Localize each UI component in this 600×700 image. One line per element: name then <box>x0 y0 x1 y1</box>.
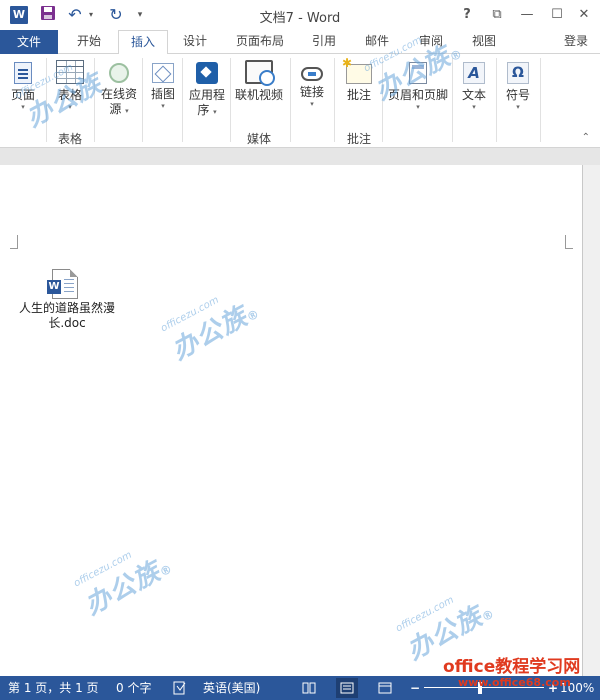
read-mode-icon[interactable] <box>300 676 318 700</box>
web-layout-icon[interactable] <box>376 676 394 700</box>
word-badge-icon: W <box>47 280 61 294</box>
group-separator <box>496 58 497 142</box>
group-separator <box>452 58 453 142</box>
margin-corner-left <box>10 235 18 249</box>
undo-dropdown-icon[interactable]: ▾ <box>86 5 96 25</box>
illustrations-icon <box>152 63 174 83</box>
group-separator <box>290 58 291 142</box>
comment-label: 批注 <box>346 88 371 102</box>
text-label: 文本 <box>461 88 486 102</box>
tab-references[interactable]: 引用 <box>302 30 346 54</box>
group-separator <box>540 58 541 142</box>
online-video-label: 联机视频 <box>234 88 283 102</box>
pages-button[interactable]: 页面 ▾ <box>4 58 42 138</box>
group-separator <box>334 58 335 142</box>
chevron-down-icon: ▾ <box>472 103 476 111</box>
apps-button[interactable]: 应用程序 ▾ <box>186 58 228 138</box>
omega-icon: Ω <box>507 62 529 84</box>
word-count[interactable]: 0 个字 <box>116 676 151 700</box>
language-indicator[interactable]: 英语(美国) <box>203 676 260 700</box>
group-separator <box>230 58 231 142</box>
table-label: 表格 <box>57 88 82 102</box>
group-separator <box>142 58 143 142</box>
ruler-area <box>0 148 600 165</box>
online-video-button[interactable]: 联机视频 <box>232 58 286 138</box>
ribbon-insert: 页面 ▾ 表格 ▾ 表格 在线资源 ▾ 插图 ▾ 应用程序 ▾ 联机视频 媒体 … <box>0 54 600 148</box>
maximize-button[interactable]: ☐ <box>545 4 569 26</box>
close-button[interactable]: ✕ <box>572 4 596 26</box>
header-footer-button[interactable]: 页眉和页脚 ▾ <box>386 58 450 138</box>
page-count[interactable]: 第 1 页，共 1 页 <box>8 676 99 700</box>
collapse-ribbon-icon[interactable]: ⌃ <box>582 132 590 143</box>
minimize-button[interactable]: — <box>515 4 539 26</box>
pages-label: 页面 <box>10 88 35 102</box>
embedded-word-file-icon[interactable]: W <box>47 269 78 299</box>
table-button[interactable]: 表格 ▾ <box>50 58 90 138</box>
tab-design[interactable]: 设计 <box>172 30 218 54</box>
tab-home[interactable]: 开始 <box>64 30 114 54</box>
tab-insert[interactable]: 插入 <box>118 30 168 55</box>
chevron-down-icon: ▾ <box>516 103 520 111</box>
undo-icon[interactable]: ↶ <box>66 5 84 25</box>
group-separator <box>46 58 47 142</box>
ribbon-tabs: 文件 开始 插入 设计 页面布局 引用 邮件 审阅 视图 登录 <box>0 30 600 55</box>
online-resources-button[interactable]: 在线资源 ▾ <box>98 58 140 138</box>
text-button[interactable]: A 文本 ▾ <box>456 58 492 138</box>
apps-icon <box>196 62 218 84</box>
illustrations-label: 插图 <box>150 87 175 101</box>
proofing-icon[interactable] <box>172 676 188 700</box>
vertical-scrollbar[interactable] <box>583 165 600 676</box>
apps-label: 应用程序 ▾ <box>188 88 225 117</box>
group-label-tables: 表格 <box>57 132 82 146</box>
links-label: 链接 <box>299 85 324 99</box>
group-separator <box>382 58 383 142</box>
chevron-down-icon: ▾ <box>21 103 25 111</box>
symbols-button[interactable]: Ω 符号 ▾ <box>500 58 536 138</box>
comment-button[interactable]: 批注 <box>340 56 378 138</box>
table-icon <box>56 60 84 84</box>
document-page[interactable]: W 人生的道路虽然漫 长.doc <box>0 165 583 676</box>
online-resources-icon <box>109 63 129 83</box>
site-watermark-title: office教程学习网 <box>443 657 581 677</box>
group-separator <box>182 58 183 142</box>
embedded-file-name[interactable]: 人生的道路虽然漫 长.doc <box>14 301 120 331</box>
tab-file[interactable]: 文件 <box>0 30 58 54</box>
print-layout-icon[interactable] <box>336 678 358 698</box>
zoom-out-button[interactable]: − <box>410 676 420 700</box>
online-resources-label: 在线资源 ▾ <box>100 87 137 116</box>
word-app-icon[interactable]: W <box>10 6 28 24</box>
links-button[interactable]: 链接 ▾ <box>294 58 330 138</box>
illustrations-button[interactable]: 插图 ▾ <box>146 58 180 138</box>
chevron-down-icon: ▾ <box>310 100 314 108</box>
header-footer-icon <box>409 62 427 84</box>
chevron-down-icon: ▾ <box>68 103 72 111</box>
page-icon <box>14 62 32 84</box>
comment-icon <box>342 56 372 84</box>
header-footer-label: 页眉和页脚 <box>387 88 448 102</box>
sign-in-link[interactable]: 登录 <box>564 30 588 54</box>
link-icon <box>301 67 323 81</box>
document-workspace: W 人生的道路虽然漫 长.doc <box>0 148 600 676</box>
redo-icon[interactable]: ↻ <box>106 5 126 25</box>
tab-page-layout[interactable]: 页面布局 <box>224 30 296 54</box>
text-icon: A <box>463 62 485 84</box>
online-video-icon <box>245 60 275 86</box>
save-icon[interactable] <box>38 5 58 25</box>
tab-mailings[interactable]: 邮件 <box>354 30 400 54</box>
chevron-down-icon: ▾ <box>416 103 420 111</box>
site-watermark-url: www.office68.com <box>458 676 571 689</box>
title-bar: W ↶ ▾ ↻ ▾ 文档7 - Word ? ⧉ — ☐ ✕ <box>0 0 600 30</box>
ribbon-display-options-button[interactable]: ⧉ <box>485 4 509 26</box>
tab-review[interactable]: 审阅 <box>408 30 454 54</box>
group-label-media: 媒体 <box>246 132 271 146</box>
help-button[interactable]: ? <box>455 4 479 26</box>
chevron-down-icon: ▾ <box>161 102 165 110</box>
tab-view[interactable]: 视图 <box>462 30 506 54</box>
customize-quick-access-icon[interactable]: ▾ <box>134 5 146 25</box>
symbols-label: 符号 <box>505 88 530 102</box>
group-label-comments: 批注 <box>346 132 371 146</box>
margin-corner-right <box>565 235 573 249</box>
group-separator <box>94 58 95 142</box>
